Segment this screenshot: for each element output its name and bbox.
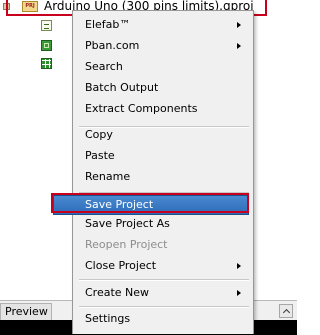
menu-item-settings[interactable]: Settings [75,309,251,329]
expand-icon[interactable] [3,3,10,10]
menu-separator [79,306,249,308]
menu-item-save-project-as[interactable]: Save Project As [75,214,251,234]
menu-item-label: Copy [85,128,113,141]
menu-item-label: Rename [85,170,131,183]
menu-item-label: Batch Output [85,81,159,94]
menu-item-label: Save Project As [85,217,170,230]
panel-scroll-button[interactable] [279,304,293,318]
menu-item-label: Reopen Project [85,238,168,251]
schematic-file-icon[interactable] [41,20,52,31]
menu-item-label: Search [85,60,123,73]
menu-item-copy[interactable]: Copy [75,125,251,145]
menu-separator [79,279,249,281]
chevron-up-icon [282,308,291,317]
menu-item-label: Extract Components [85,102,198,115]
menu-item-label: Pban.com [85,39,140,52]
menu-item-search[interactable]: Search [75,57,251,77]
menu-item-label: Save Project [85,198,154,211]
menu-item-reopen-project: Reopen Project [75,235,251,255]
menu-item-batch-output[interactable]: Batch Output [75,78,251,98]
menu-item-paste[interactable]: Paste [75,146,251,166]
submenu-arrow-icon [237,22,241,28]
submenu-arrow-icon [237,290,241,296]
menu-item-extract-components[interactable]: Extract Components [75,99,251,119]
tab-preview[interactable]: Preview [0,303,52,320]
submenu-arrow-icon [237,43,241,49]
menu-item-create-new[interactable]: Create New [75,283,251,303]
menu-item-rename[interactable]: Rename [75,167,251,187]
preview-tab-label: Preview [5,305,48,318]
menu-item-label: Paste [85,149,115,162]
submenu-arrow-icon [237,263,241,269]
pcb-file-icon[interactable] [41,40,52,51]
menu-item-label: Settings [85,312,131,325]
menu-item-label: Elefab™ [85,18,131,31]
project-file-icon: PRJ [22,1,38,12]
menu-item-label: Create New [85,286,150,299]
menu-item-save-project[interactable]: Save Project [53,195,249,215]
menu-item-close-project[interactable]: Close Project [75,256,251,276]
context-menu: Elefab™ Pban.com Search Batch Output Ext… [53,10,254,334]
menu-separator [79,192,249,194]
menu-item-elefab[interactable]: Elefab™ [75,15,251,35]
menu-item-label: Close Project [85,259,157,272]
menu-item-pban[interactable]: Pban.com [75,36,251,56]
grid-file-icon[interactable] [41,58,52,69]
